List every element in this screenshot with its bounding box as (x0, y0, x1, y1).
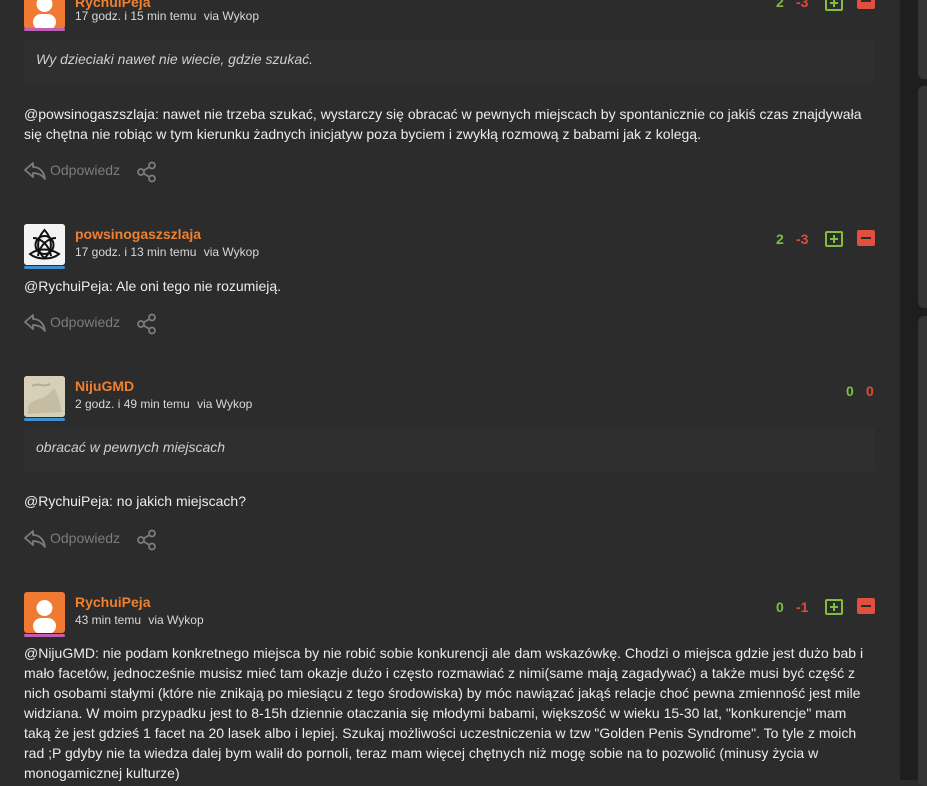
avatar-gender-bar (24, 634, 65, 637)
via-source[interactable]: via Wykop (204, 9, 259, 23)
vote-count-up: 2 (776, 0, 784, 10)
avatar[interactable] (24, 0, 65, 29)
upvote-button[interactable] (825, 599, 843, 615)
comment-meta: 17 godz. i 13 min temu via Wykop (75, 245, 259, 259)
reply-icon[interactable] (24, 529, 46, 549)
quoted-text: obracać w pewnych miejscach (24, 428, 875, 471)
comment-meta: 43 min temu via Wykop (75, 613, 204, 627)
reply-button[interactable]: Odpowiedz (50, 162, 120, 178)
vote-count-down: 0 (866, 383, 874, 399)
comment-text: @powsinogaszszlaja: nawet nie trzeba szu… (24, 106, 862, 142)
comment-meta: 2 godz. i 49 min temu via Wykop (75, 397, 252, 411)
avatar[interactable] (24, 592, 65, 633)
reply-button[interactable]: Odpowiedz (50, 530, 120, 546)
downvote-button[interactable] (857, 598, 875, 614)
vote-count-up: 0 (776, 599, 784, 615)
upvote-button[interactable] (825, 231, 843, 247)
timestamp: 43 min temu (75, 613, 142, 627)
sidebar-card[interactable] (918, 316, 927, 786)
downvote-button[interactable] (857, 0, 875, 9)
timestamp: 17 godz. i 13 min temu (75, 245, 197, 259)
timestamp: 2 godz. i 49 min temu (75, 397, 190, 411)
sidebar-card[interactable] (918, 86, 927, 308)
reply-icon[interactable] (24, 313, 46, 333)
vote-count-down: -3 (796, 0, 809, 10)
via-source[interactable]: via Wykop (204, 245, 259, 259)
comment-text: @NijuGMD: nie podam konkretnego miejsca … (24, 645, 864, 781)
author-name[interactable]: powsinogaszszlaja (75, 226, 201, 242)
via-source[interactable]: via Wykop (148, 613, 203, 627)
vote-count-down: -1 (796, 599, 809, 615)
avatar-gender-bar (24, 28, 65, 31)
vote-count-up: 0 (846, 383, 854, 399)
vote-count-up: 2 (776, 231, 784, 247)
author-name[interactable]: NijuGMD (75, 378, 134, 394)
quoted-text: Wy dzieciaki nawet nie wiecie, gdzie szu… (24, 40, 875, 83)
sidebar-card[interactable] (918, 0, 927, 79)
upvote-button[interactable] (825, 0, 843, 11)
vote-count-down: -3 (796, 231, 809, 247)
share-icon[interactable] (136, 313, 158, 335)
via-source[interactable]: via Wykop (197, 397, 252, 411)
comment-text: @RychuiPeja: Ale oni tego nie rozumieją. (24, 278, 282, 294)
share-icon[interactable] (136, 529, 158, 551)
comments-panel: RychuiPeja 17 godz. i 15 min temu via Wy… (0, 0, 900, 781)
author-name[interactable]: RychuiPeja (75, 594, 150, 610)
reply-icon[interactable] (24, 161, 46, 181)
avatar[interactable] (24, 376, 65, 417)
reply-button[interactable]: Odpowiedz (50, 314, 120, 330)
share-icon[interactable] (136, 161, 158, 183)
avatar-gender-bar (24, 418, 65, 421)
comment-text: @RychuiPeja: no jakich miejscach? (24, 493, 246, 509)
timestamp: 17 godz. i 15 min temu (75, 9, 197, 23)
downvote-button[interactable] (857, 230, 875, 246)
avatar[interactable] (24, 224, 65, 265)
avatar-gender-bar (24, 266, 65, 269)
comment-meta: 17 godz. i 15 min temu via Wykop (75, 9, 259, 23)
